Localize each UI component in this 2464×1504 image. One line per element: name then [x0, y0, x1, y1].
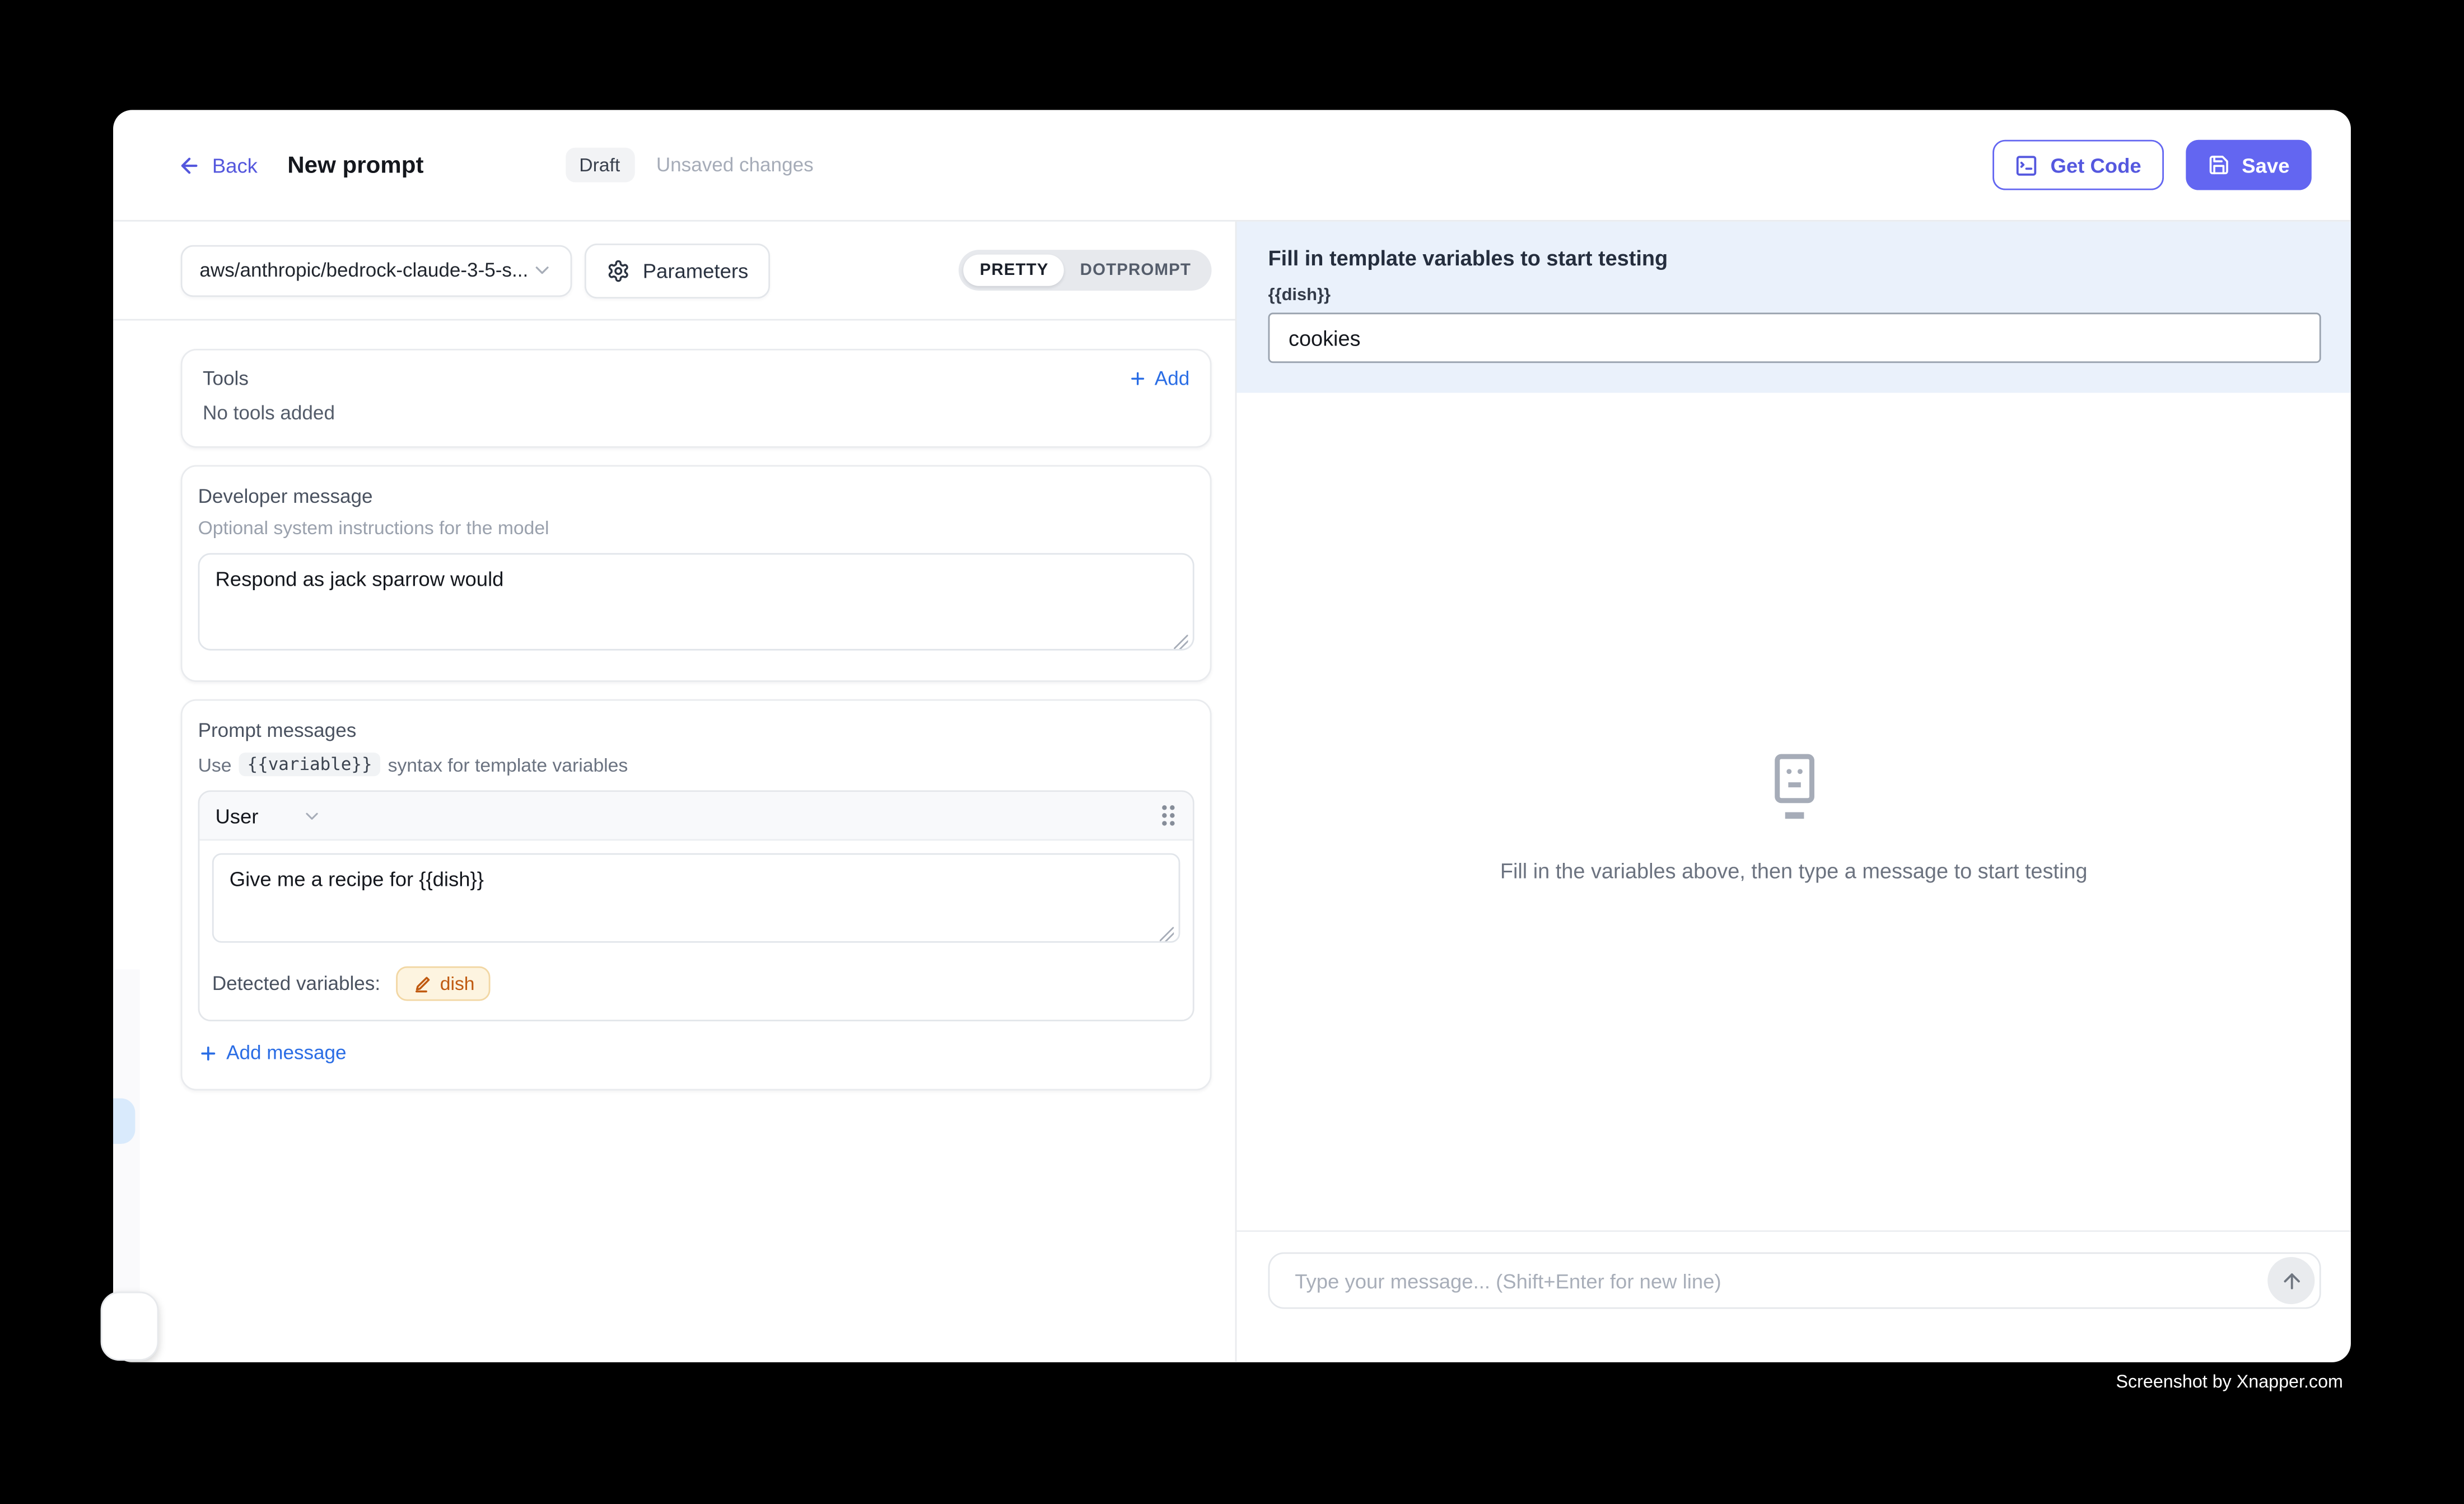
prompt-editor-window: Back New prompt Draft Unsaved changes Ge… [113, 110, 2351, 1362]
toggle-option-pretty[interactable]: PRETTY [964, 255, 1065, 286]
back-button[interactable]: Back [178, 153, 258, 177]
resize-grip-icon[interactable] [1160, 927, 1174, 941]
view-mode-toggle: PRETTY DOTPROMPT [959, 250, 1211, 291]
get-code-button[interactable]: Get Code [1992, 140, 2163, 190]
detected-variables-label: Detected variables: [212, 973, 380, 994]
developer-message-subtitle: Optional system instructions for the mod… [198, 517, 1194, 539]
message-textarea[interactable]: Give me a recipe for {{dish}} [212, 853, 1180, 943]
role-selector-value: User [215, 804, 258, 827]
variable-badge-label: dish [440, 973, 475, 994]
pencil-icon [412, 973, 432, 993]
save-icon [2208, 154, 2229, 176]
chat-input-wrapper [1268, 1252, 2321, 1309]
header-actions: Get Code Save [1992, 140, 2312, 190]
arrow-up-icon [2279, 1269, 2303, 1292]
sidebar-selected-item[interactable] [113, 1098, 135, 1143]
prompt-messages-hint: Use {{variable}} syntax for template var… [198, 753, 1194, 776]
model-selector-value: aws/anthropic/bedrock-claude-3-5-s... [199, 259, 528, 281]
chevron-down-icon [531, 259, 553, 281]
send-button[interactable] [2267, 1257, 2314, 1304]
editor-sections: Tools Add No tools added Developer messa… [113, 320, 1235, 1090]
empty-state: Fill in the variables above, then type a… [1236, 753, 2351, 883]
editor-toolbar: aws/anthropic/bedrock-claude-3-5-s... Pa… [113, 222, 1235, 321]
page-title: New prompt [287, 152, 423, 179]
developer-message-textarea[interactable]: Respond as jack sparrow would [198, 553, 1194, 651]
gear-icon [606, 259, 630, 282]
prompt-messages-title: Prompt messages [198, 720, 1194, 741]
tools-empty-text: No tools added [203, 402, 1189, 424]
parameters-label: Parameters [643, 259, 749, 282]
test-panel: Fill in template variables to start test… [1235, 222, 2351, 1362]
tools-section: Tools Add No tools added [181, 349, 1212, 448]
unsaved-changes-text: Unsaved changes [656, 154, 814, 176]
hint-suffix: syntax for template variables [388, 754, 628, 776]
developer-message-section: Developer message Optional system instru… [181, 465, 1212, 682]
add-message-button[interactable]: Add message [198, 1041, 1194, 1063]
role-selector[interactable]: User [215, 804, 323, 827]
sidebar-sliver [113, 969, 140, 1299]
save-button[interactable]: Save [2185, 140, 2312, 190]
plus-icon [1128, 369, 1147, 388]
screenshot-stage: Back New prompt Draft Unsaved changes Ge… [0, 0, 2464, 1503]
developer-message-title: Developer message [198, 485, 1194, 507]
hint-prefix: Use [198, 754, 232, 776]
bot-face-icon [1767, 753, 1820, 821]
resize-grip-icon[interactable] [1174, 635, 1188, 649]
tools-title: Tools [203, 368, 249, 390]
message-block: User Give me a recipe for {{ [198, 790, 1194, 1021]
parameters-button[interactable]: Parameters [585, 243, 771, 298]
chevron-down-icon [302, 805, 323, 825]
save-label: Save [2242, 153, 2289, 177]
message-header: User [199, 792, 1192, 840]
drag-handle-icon[interactable] [1160, 803, 1177, 828]
test-panel-title: Fill in template variables to start test… [1268, 247, 2321, 270]
variable-value-input[interactable] [1268, 312, 2321, 363]
plus-icon [198, 1043, 218, 1063]
variable-badge-dish[interactable]: dish [396, 966, 490, 1001]
template-variables-header: Fill in template variables to start test… [1236, 222, 2351, 393]
chat-input-bar [1236, 1230, 2351, 1362]
toggle-option-dotprompt[interactable]: DOTPROMPT [1065, 255, 1207, 286]
get-code-label: Get Code [2051, 153, 2141, 177]
add-tool-button[interactable]: Add [1128, 368, 1189, 390]
chat-message-input[interactable] [1292, 1267, 2268, 1294]
watermark-text: Screenshot by Xnapper.com [2116, 1374, 2342, 1393]
add-message-label: Add message [226, 1041, 346, 1063]
floating-corner-box [101, 1292, 159, 1361]
prompt-messages-section: Prompt messages Use {{variable}} syntax … [181, 699, 1212, 1091]
header: Back New prompt Draft Unsaved changes Ge… [113, 110, 2351, 221]
arrow-left-icon [178, 153, 201, 177]
editor-panel: aws/anthropic/bedrock-claude-3-5-s... Pa… [113, 222, 1235, 1362]
variable-syntax-chip: {{variable}} [239, 753, 380, 776]
detected-variables-row: Detected variables: dish [199, 951, 1192, 1020]
variable-name-label: {{dish}} [1268, 286, 2321, 305]
back-label: Back [212, 153, 258, 177]
model-selector[interactable]: aws/anthropic/bedrock-claude-3-5-s... [181, 244, 572, 296]
terminal-icon [2014, 153, 2038, 177]
add-tool-label: Add [1155, 368, 1189, 390]
empty-state-text: Fill in the variables above, then type a… [1500, 860, 2088, 883]
status-badge: Draft [565, 148, 634, 183]
